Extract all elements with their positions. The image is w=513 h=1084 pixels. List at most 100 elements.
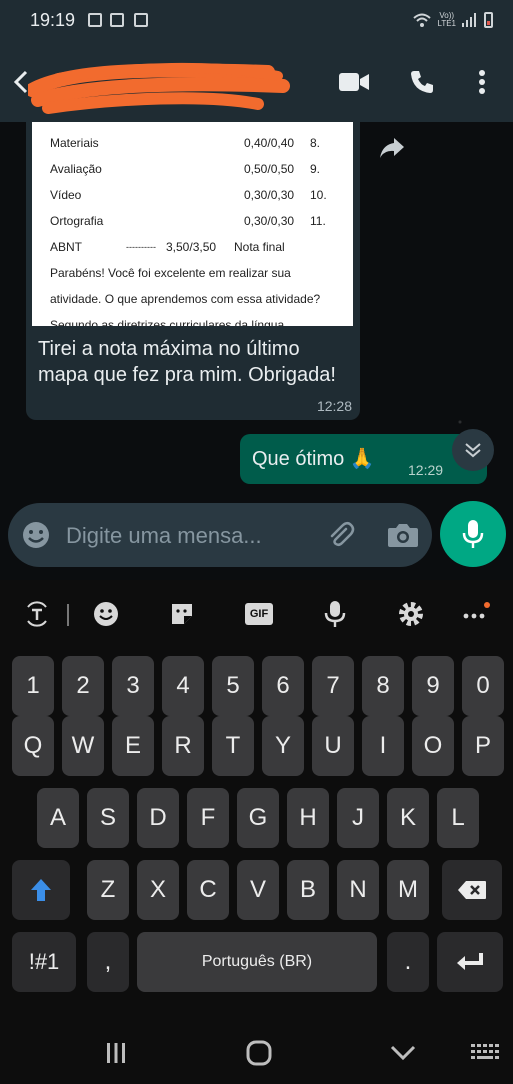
image-abnt-score: 3,50/3,50 (166, 240, 217, 254)
video-call-button[interactable] (334, 62, 374, 102)
lte-label: LTE1 (437, 19, 456, 28)
voice-input-button[interactable] (318, 597, 352, 631)
key-o[interactable]: O (412, 716, 454, 776)
key-f[interactable]: F (187, 788, 229, 848)
outgoing-message-text: Que ótimo 🙏 (252, 448, 375, 470)
outgoing-message-time: 12:29 (408, 462, 444, 478)
key-8[interactable]: 8 (362, 656, 404, 716)
space-key[interactable]: Português (BR) (137, 932, 377, 992)
key-5[interactable]: 5 (212, 656, 254, 716)
key-2[interactable]: 2 (62, 656, 104, 716)
key-7[interactable]: 7 (312, 656, 354, 716)
gear-icon (399, 602, 423, 626)
key-w[interactable]: W (62, 716, 104, 776)
key-l[interactable]: L (437, 788, 479, 848)
microphone-icon (462, 520, 484, 548)
message-input[interactable] (66, 519, 306, 553)
outgoing-message[interactable]: Que ótimo 🙏 12:29 (240, 434, 487, 484)
notification-icon (110, 13, 124, 27)
key-b[interactable]: B (287, 860, 329, 920)
more-options-button[interactable] (462, 62, 502, 102)
grade-sheet-image[interactable]: Materiais 0,40/0,40 8. Avaliação 0,50/0,… (32, 122, 353, 326)
backspace-icon (458, 881, 486, 899)
key-a[interactable]: A (37, 788, 79, 848)
sticker-icon (172, 604, 192, 624)
more-toolbar-button[interactable] (458, 597, 492, 631)
image-row-label: Materiais (50, 136, 99, 150)
scroll-to-bottom-button[interactable] (452, 429, 494, 471)
key-g[interactable]: G (237, 788, 279, 848)
back-button[interactable] (386, 1036, 420, 1070)
gif-button[interactable]: GIF (242, 597, 276, 631)
key-z[interactable]: Z (87, 860, 129, 920)
signal-icon (462, 13, 476, 27)
key-e[interactable]: E (112, 716, 154, 776)
battery-icon (484, 12, 493, 28)
key-v[interactable]: V (237, 860, 279, 920)
incoming-message[interactable]: Materiais 0,40/0,40 8. Avaliação 0,50/0,… (26, 122, 360, 420)
camera-icon[interactable] (386, 519, 420, 551)
shift-key[interactable] (12, 860, 70, 920)
key-s[interactable]: S (87, 788, 129, 848)
backspace-key[interactable] (442, 860, 502, 920)
image-row-number: 9. (310, 162, 321, 176)
key-y[interactable]: Y (262, 716, 304, 776)
status-time: 19:19 (30, 10, 76, 30)
image-abnt-dashes: ---------- (126, 242, 156, 252)
period-key[interactable]: . (387, 932, 429, 992)
key-j[interactable]: J (337, 788, 379, 848)
enter-key[interactable] (437, 932, 503, 992)
contact-name-redacted[interactable] (28, 60, 290, 116)
image-text-line: atividade. O que aprendemos com essa ati… (50, 292, 321, 306)
key-i[interactable]: I (362, 716, 404, 776)
key-m[interactable]: M (387, 860, 429, 920)
home-button[interactable] (242, 1036, 276, 1070)
attach-icon[interactable] (324, 519, 356, 551)
key-x[interactable]: X (137, 860, 179, 920)
image-row-number: 8. (310, 136, 321, 150)
keyboard-switch-button[interactable] (468, 1036, 502, 1070)
comma-key[interactable]: , (87, 932, 129, 992)
status-indicators: Vo)) LTE1 (413, 12, 493, 28)
recent-apps-button[interactable] (99, 1036, 133, 1070)
checkbox-notification-icon (134, 13, 148, 27)
image-text-line: Parabéns! Você foi excelente em realizar… (50, 266, 291, 280)
gallery-notification-icon (88, 13, 102, 27)
key-6[interactable]: 6 (262, 656, 304, 716)
on-screen-keyboard: GIF 1 2 3 4 5 6 7 8 9 0 Q W E R T Y U I … (0, 580, 513, 1020)
chevron-down-icon (390, 1045, 416, 1061)
image-row-score: 0,30/0,30 (244, 188, 295, 202)
forward-icon[interactable] (376, 132, 408, 164)
key-9[interactable]: 9 (412, 656, 454, 716)
key-h[interactable]: H (287, 788, 329, 848)
emoji-icon[interactable] (20, 519, 52, 551)
key-0[interactable]: 0 (462, 656, 504, 716)
key-d[interactable]: D (137, 788, 179, 848)
keyboard-settings-button[interactable] (394, 597, 428, 631)
key-3[interactable]: 3 (112, 656, 154, 716)
sticker-button[interactable] (165, 597, 199, 631)
emoji-keyboard-button[interactable] (89, 597, 123, 631)
message-composer (8, 503, 432, 567)
key-t[interactable]: T (212, 716, 254, 776)
image-abnt-label: ABNT (50, 240, 83, 254)
key-p[interactable]: P (462, 716, 504, 776)
key-u[interactable]: U (312, 716, 354, 776)
key-n[interactable]: N (337, 860, 379, 920)
translate-button[interactable] (20, 597, 54, 631)
image-text-line: Segundo as diretrizes curriculares da lí… (50, 318, 285, 326)
voice-call-button[interactable] (402, 62, 442, 102)
incoming-message-time: 12:28 (316, 398, 352, 414)
key-c[interactable]: C (187, 860, 229, 920)
image-row-label: Avaliação (50, 162, 102, 176)
shift-arrow-icon (31, 879, 51, 901)
translate-icon (27, 601, 47, 627)
key-4[interactable]: 4 (162, 656, 204, 716)
key-k[interactable]: K (387, 788, 429, 848)
key-1[interactable]: 1 (12, 656, 54, 716)
key-r[interactable]: R (162, 716, 204, 776)
key-q[interactable]: Q (12, 716, 54, 776)
symbols-key[interactable]: !#1 (12, 932, 76, 992)
voice-message-button[interactable] (440, 501, 506, 567)
image-row-score: 0,50/0,50 (244, 162, 295, 176)
